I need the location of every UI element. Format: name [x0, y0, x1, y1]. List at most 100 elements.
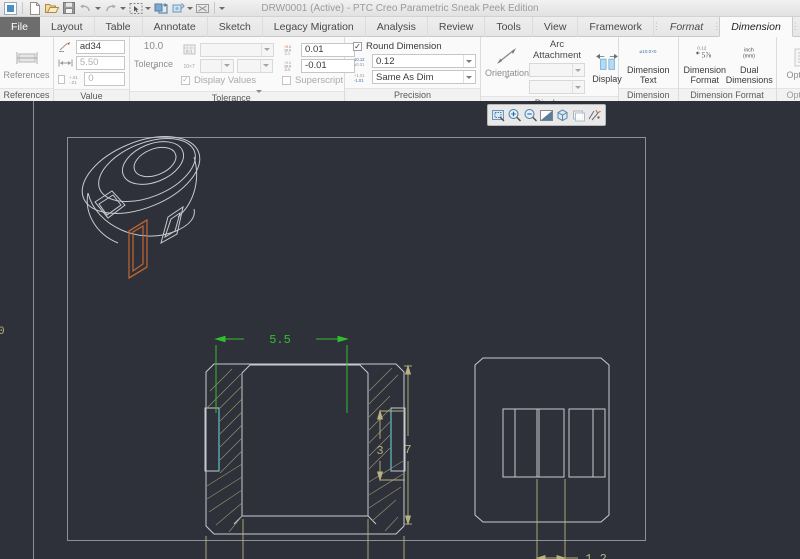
save-icon[interactable]	[61, 1, 76, 16]
dim-5-5	[214, 335, 349, 413]
regenerate-icon[interactable]	[153, 1, 168, 16]
ribbon-group-options: Options Options	[776, 37, 800, 101]
arc-attachment-combo-2[interactable]	[529, 80, 585, 94]
title-bar: DRW0001 (Active) - PTC Creo Parametric S…	[0, 0, 800, 17]
references-button[interactable]: References	[3, 45, 50, 81]
dimension-name-input[interactable]: ad34	[75, 40, 125, 54]
dimension-format-icon: 0.12 5⅞	[692, 41, 718, 65]
dimension-text-button[interactable]: ⌀10.0×0 Dimension Text	[623, 40, 674, 86]
dual-dimensions-button[interactable]: inch (mm) Dual Dimensions	[726, 40, 773, 86]
isometric-hub-view	[81, 136, 201, 245]
dimension-name-row: ad34	[58, 40, 125, 54]
undo-icon[interactable]	[78, 1, 93, 16]
chevron-down-icon-5[interactable]	[463, 71, 474, 83]
tab-dimension[interactable]: Dimension	[719, 17, 793, 37]
close-window-icon[interactable]	[195, 1, 210, 16]
round-dimension-checkbox[interactable]: ✓	[353, 42, 362, 51]
tab-layout[interactable]: Layout	[40, 17, 95, 37]
group-title-precision: Precision	[345, 88, 480, 101]
chevron-down-icon-7[interactable]	[572, 81, 583, 93]
dim-3-horizontal	[242, 519, 369, 559]
highlighted-slot	[128, 218, 148, 280]
dimension-offset-input[interactable]: 0	[84, 72, 125, 86]
dim-precision-combo[interactable]: 0.12	[372, 54, 476, 68]
tab-analysis[interactable]: Analysis	[366, 17, 428, 37]
undo-dropdown-icon[interactable]	[94, 1, 102, 16]
tab-tools[interactable]: Tools	[485, 17, 533, 37]
upper-tolerance-icon: +0.0 10.0 -0.0	[282, 43, 299, 56]
dimension-references-icon	[14, 46, 40, 70]
display-values-row[interactable]: ✓ Display Values	[181, 75, 274, 86]
chevron-down-icon-6[interactable]	[572, 64, 583, 76]
tab-file[interactable]: File	[0, 17, 40, 37]
chevron-down-icon-4[interactable]	[463, 55, 474, 67]
tolerance-table-row: 10×7	[181, 58, 274, 73]
chevron-down-icon[interactable]	[261, 43, 272, 56]
tab-framework[interactable]: Framework	[578, 17, 654, 37]
round-dimension-row[interactable]: ✓ Round Dimension	[353, 41, 476, 52]
section-highlighted-edges	[218, 409, 392, 471]
qat-separator	[22, 2, 23, 14]
dimension-offset-checkbox[interactable]	[58, 74, 66, 84]
ribbon-group-references: References References	[0, 37, 54, 101]
tolerance-type-icon: 10.1	[181, 43, 198, 56]
svg-text:-0.0: -0.0	[284, 68, 290, 71]
side-elevation-view	[474, 357, 610, 523]
chevron-down-icon-3[interactable]	[260, 59, 271, 72]
dimension-offset-icon: +.01 -.01	[69, 73, 82, 86]
tol-precision-icon: +1.01 -1.01	[353, 71, 370, 84]
group-title-options: Options	[776, 88, 800, 101]
customize-qat-icon[interactable]	[218, 1, 226, 16]
chevron-down-icon-2[interactable]	[221, 59, 232, 72]
orientation-dropdown-icon[interactable]	[504, 76, 510, 89]
tab-annotate[interactable]: Annotate	[143, 17, 208, 37]
orientation-button[interactable]: Orientation	[485, 43, 529, 90]
tab-format[interactable]: Format	[659, 17, 714, 37]
repaint-dropdown-icon[interactable]	[186, 1, 194, 16]
dim-7-text[interactable]: 7	[404, 443, 411, 457]
tab-view[interactable]: View	[533, 17, 579, 37]
dimension-value-icon	[58, 57, 74, 70]
section-hatch-right	[368, 367, 404, 532]
superscript-checkbox[interactable]	[282, 75, 292, 85]
new-icon[interactable]	[27, 1, 42, 16]
drawing-canvas[interactable]: 0 5.5 7 3 1.2	[0, 101, 800, 559]
select-icon[interactable]	[128, 1, 143, 16]
redo-dropdown-icon[interactable]	[119, 1, 127, 16]
svg-text:(mm): (mm)	[743, 53, 755, 59]
ribbon-group-tolerance: 10.0 Tolerance 10.1 10×7 ✓ Display Value…	[130, 37, 356, 104]
tolerance-type-combo[interactable]	[200, 42, 275, 57]
options-list-icon	[789, 46, 800, 70]
redo-icon[interactable]	[103, 1, 118, 16]
dim-3-vertical-text[interactable]: 3	[376, 444, 383, 458]
tolerance-table-combo[interactable]	[200, 58, 235, 73]
select-dropdown-icon[interactable]	[144, 1, 152, 16]
app-menu-icon[interactable]	[3, 1, 18, 16]
tab-review[interactable]: Review	[428, 17, 486, 37]
tab-table[interactable]: Table	[95, 17, 143, 37]
creo-parametric-window: DRW0001 (Active) - PTC Creo Parametric S…	[0, 0, 800, 559]
tolerance-button-dropdown-icon[interactable]	[150, 66, 157, 88]
dimension-format-button[interactable]: 0.12 5⅞ Dimension Format	[683, 40, 728, 86]
group-title-references: References	[0, 88, 53, 101]
tab-sketch[interactable]: Sketch	[208, 17, 263, 37]
open-icon[interactable]	[44, 1, 59, 16]
dim-precision-icon: 10.12 ±0.01	[353, 55, 370, 68]
tolerance-class-combo[interactable]	[237, 58, 274, 73]
references-button-label: References	[3, 69, 50, 80]
dimension-format-label-1: Dimension	[683, 64, 727, 75]
svg-text:-1.01: -1.01	[354, 78, 364, 83]
dimension-value-input[interactable]: 5.50	[75, 56, 125, 70]
quick-access-toolbar	[0, 0, 226, 17]
group-title-dimension-text: Dimension Text	[619, 88, 678, 113]
tol-precision-combo[interactable]: Same As Dim	[372, 70, 476, 84]
options-button[interactable]: Options	[780, 45, 800, 81]
arc-attachment-combo-1[interactable]	[529, 63, 585, 77]
tolerance-button[interactable]: 10.0 Tolerance	[134, 41, 173, 88]
dim-1-2-text[interactable]: 1.2	[585, 552, 607, 559]
display-values-checkbox[interactable]: ✓	[181, 75, 191, 85]
svg-text:inch: inch	[745, 47, 755, 53]
tab-legacy-migration[interactable]: Legacy Migration	[263, 17, 366, 37]
repaint-icon[interactable]	[170, 1, 185, 16]
dim-5-5-text[interactable]: 5.5	[269, 333, 291, 347]
